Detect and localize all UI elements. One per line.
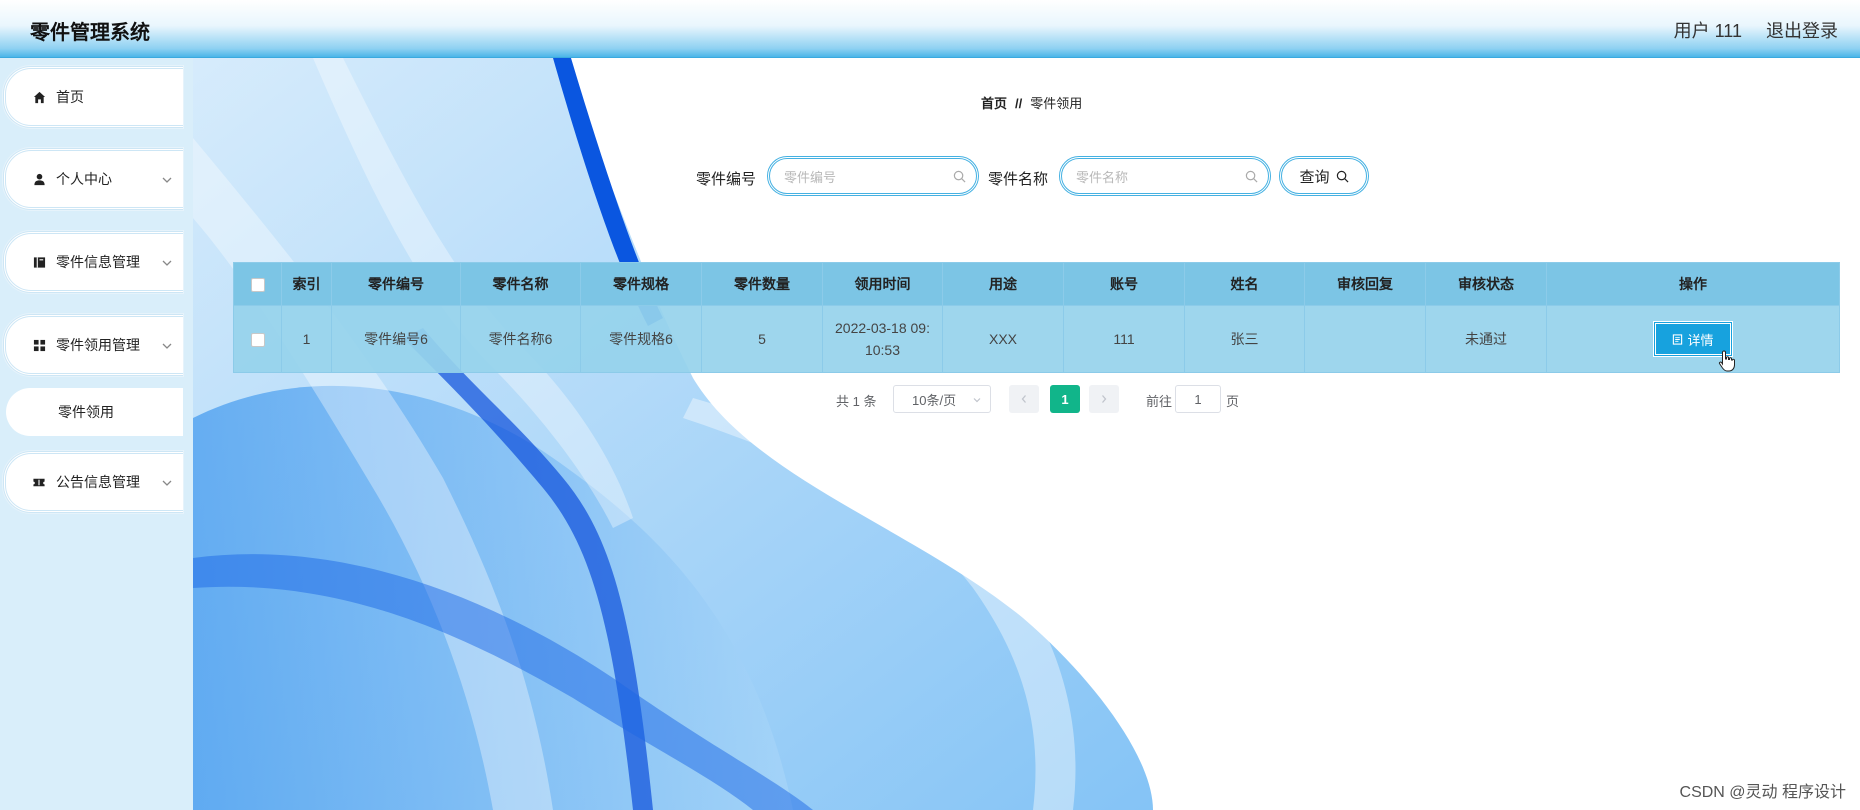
logout-link[interactable]: 退出登录 bbox=[1766, 17, 1838, 43]
col-header: 零件规格 bbox=[580, 262, 702, 306]
part-no-placeholder: 零件编号 bbox=[784, 169, 837, 185]
hand-cursor-icon bbox=[1718, 350, 1735, 372]
chevron-right-icon bbox=[1102, 395, 1107, 403]
sidebar-item-part-requisition[interactable]: 零件领用管理 bbox=[3, 314, 183, 376]
sidebar-item-announcement[interactable]: 公告信息管理 bbox=[3, 451, 183, 513]
col-header: 用途 bbox=[942, 262, 1064, 306]
part-name-placeholder: 零件名称 bbox=[1076, 169, 1129, 185]
home-icon bbox=[32, 90, 46, 104]
chevron-down-icon bbox=[161, 339, 173, 351]
cell-name: 张三 bbox=[1184, 305, 1305, 373]
main-content: 首页//零件领用 零件编号 零件编号 零件名称 零件名称 查询 索引 零件编号 … bbox=[193, 58, 1860, 810]
row-checkbox[interactable] bbox=[250, 333, 265, 348]
breadcrumb-current: 零件领用 bbox=[1030, 96, 1083, 111]
col-header: 零件编号 bbox=[331, 262, 461, 306]
cell-part-no: 零件编号6 bbox=[331, 305, 461, 373]
sidebar-item-home[interactable]: 首页 bbox=[3, 66, 183, 128]
cell-time-date: 2022-03-18 09: bbox=[835, 320, 930, 336]
breadcrumb-separator: // bbox=[1015, 96, 1023, 111]
chevron-down-icon bbox=[161, 476, 173, 488]
chevron-left-icon bbox=[1021, 395, 1026, 403]
page-size-select[interactable]: 10条/页 bbox=[893, 385, 991, 413]
cell-spec: 零件规格6 bbox=[580, 305, 702, 373]
sidebar-item-label: 公告信息管理 bbox=[56, 474, 140, 490]
search-bar: 零件编号 零件编号 零件名称 零件名称 查询 bbox=[193, 156, 1860, 196]
cell-status: 未通过 bbox=[1425, 305, 1547, 373]
cell-reply bbox=[1304, 305, 1426, 373]
page-number-active[interactable]: 1 bbox=[1050, 385, 1080, 413]
sidebar-item-label: 零件领用管理 bbox=[56, 337, 140, 353]
search-icon bbox=[1336, 170, 1348, 182]
cell-qty: 5 bbox=[701, 305, 823, 373]
pagination: 共 1 条 10条/页 1 前往 页 bbox=[193, 385, 1860, 413]
cell-time: 2022-03-18 09: 10:53 bbox=[822, 305, 943, 373]
sidebar-item-part-info[interactable]: 零件信息管理 bbox=[3, 231, 183, 293]
cell-time-clock: 10:53 bbox=[864, 342, 901, 358]
total-count: 共 1 条 bbox=[836, 394, 877, 409]
book-icon bbox=[32, 255, 46, 269]
page-size-value: 10条/页 bbox=[912, 392, 957, 408]
query-button[interactable]: 查询 bbox=[1279, 156, 1369, 196]
cell-account: 111 bbox=[1063, 305, 1185, 373]
search-icon bbox=[953, 170, 966, 186]
sidebar-item-personal-center[interactable]: 个人中心 bbox=[3, 148, 183, 210]
row-select-cell bbox=[233, 305, 282, 373]
detail-button-label: 详情 bbox=[1687, 332, 1714, 348]
col-header: 零件数量 bbox=[701, 262, 823, 306]
sidebar-item-label: 个人中心 bbox=[56, 171, 112, 187]
detail-button[interactable]: 详情 bbox=[1652, 320, 1735, 372]
ticket-icon bbox=[32, 475, 46, 489]
col-header: 零件名称 bbox=[460, 262, 581, 306]
requisition-table: 索引 零件编号 零件名称 零件规格 零件数量 领用时间 用途 账号 姓名 审核回… bbox=[233, 262, 1840, 373]
query-button-label: 查询 bbox=[1299, 168, 1330, 186]
table-header-row: 索引 零件编号 零件名称 零件规格 零件数量 领用时间 用途 账号 姓名 审核回… bbox=[233, 262, 1840, 306]
part-no-label: 零件编号 bbox=[696, 171, 757, 188]
chevron-down-icon bbox=[973, 398, 981, 403]
chevron-down-icon bbox=[161, 173, 173, 185]
col-header: 索引 bbox=[281, 262, 332, 306]
cell-part-name: 零件名称6 bbox=[460, 305, 581, 373]
select-all-cell bbox=[233, 262, 282, 306]
select-all-checkbox[interactable] bbox=[250, 278, 265, 293]
part-name-input[interactable]: 零件名称 bbox=[1059, 156, 1271, 196]
sidebar-item-label: 零件信息管理 bbox=[56, 254, 140, 270]
breadcrumb: 首页 // 零件领用 bbox=[981, 93, 1082, 112]
cell-action: 详情 bbox=[1546, 305, 1840, 373]
goto-page-input[interactable] bbox=[1175, 385, 1221, 413]
breadcrumb-home[interactable]: 首页 bbox=[981, 96, 1007, 111]
sidebar-item-label: 首页 bbox=[56, 89, 84, 105]
page-unit-label: 页 bbox=[1226, 394, 1240, 409]
part-no-input[interactable]: 零件编号 bbox=[767, 156, 979, 196]
top-header: 零件管理系统 用户 111 退出登录 bbox=[0, 0, 1860, 58]
prev-page-button[interactable] bbox=[1009, 385, 1039, 413]
app-title: 零件管理系统 bbox=[30, 22, 150, 44]
chevron-down-icon bbox=[161, 256, 173, 268]
cell-index: 1 bbox=[281, 305, 332, 373]
watermark: CSDN @灵动 程序设计 bbox=[1679, 784, 1846, 801]
document-icon bbox=[1673, 333, 1683, 345]
part-name-label: 零件名称 bbox=[988, 171, 1049, 188]
col-header: 操作 bbox=[1546, 262, 1840, 306]
col-header: 审核回复 bbox=[1304, 262, 1426, 306]
col-header: 领用时间 bbox=[822, 262, 943, 306]
goto-label: 前往 bbox=[1146, 394, 1173, 409]
grid-icon bbox=[32, 338, 46, 352]
table-row: 1 零件编号6 零件名称6 零件规格6 5 2022-03-18 09: 10:… bbox=[233, 305, 1840, 373]
user-label: 用户 111 bbox=[1673, 21, 1742, 41]
user-icon bbox=[32, 172, 46, 186]
sidebar: 首页 个人中心 零件信息管理 零件领用管理 零件领用 公告信息管理 bbox=[0, 58, 193, 810]
cell-usage: XXX bbox=[942, 305, 1064, 373]
col-header: 账号 bbox=[1063, 262, 1185, 306]
sidebar-subitem-part-requisition[interactable]: 零件领用 bbox=[6, 388, 183, 436]
search-icon bbox=[1245, 170, 1258, 186]
col-header: 审核状态 bbox=[1425, 262, 1547, 306]
col-header: 姓名 bbox=[1184, 262, 1305, 306]
next-page-button[interactable] bbox=[1089, 385, 1119, 413]
